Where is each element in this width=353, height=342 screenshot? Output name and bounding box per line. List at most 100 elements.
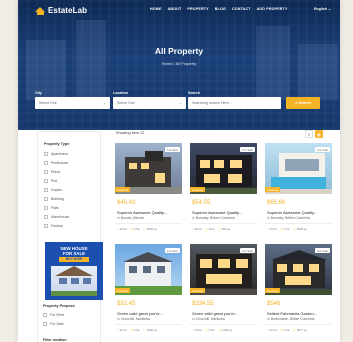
divider — [115, 223, 182, 224]
meta-value: 2 ba — [283, 328, 290, 332]
divider — [190, 223, 257, 224]
property-price: $65.66 — [267, 200, 286, 206]
meta-value: 5300 sq — [296, 227, 307, 231]
filter-plaza[interactable]: Plaza — [44, 167, 94, 176]
checkbox[interactable] — [44, 205, 48, 210]
divider — [265, 223, 332, 224]
area-size: ▢ 5677 sq — [293, 328, 306, 332]
property-image[interactable]: For Rent Featured — [115, 143, 182, 194]
nav-link-about[interactable]: ABOUT — [168, 7, 182, 11]
checkbox[interactable] — [44, 178, 48, 183]
filter-penthouse[interactable]: Penthouse — [44, 158, 94, 167]
filter-label: Building — [51, 196, 64, 201]
checkbox[interactable] — [44, 223, 48, 228]
list-view-button[interactable]: ≡ — [305, 130, 313, 138]
status-badge: For Sale — [240, 248, 255, 253]
location-select[interactable]: Select One ⌄ — [113, 97, 186, 109]
filter-label: Factory — [51, 223, 63, 228]
nav-link-contact[interactable]: CONTACT — [232, 7, 251, 11]
filter-apartment[interactable]: Apartment — [44, 149, 94, 158]
area-icon: ▢ — [218, 328, 222, 332]
house-window — [214, 160, 224, 168]
property-card[interactable]: For Sale Featured $54.55 Superior Awesom… — [190, 143, 257, 239]
filter-label: Penthouse — [51, 160, 69, 165]
filter-duplex[interactable]: Duplex — [44, 185, 94, 194]
property-location: ⊙ Burnaby, British Columbia — [267, 216, 310, 220]
status-badge: For Rent — [165, 248, 180, 253]
hero-building — [76, 20, 106, 100]
search-button[interactable]: ⌕ Search — [286, 97, 320, 109]
bath-icon: ◫ — [130, 227, 134, 231]
property-title[interactable]: Superior Awesome Quality... — [267, 210, 331, 215]
bed-count: ⌂ 18 bd — [192, 227, 201, 231]
property-title[interactable]: Green valid great you're... — [192, 311, 256, 316]
filter-for-sale[interactable]: For Sale — [43, 319, 95, 328]
property-price: $45.43 — [117, 200, 136, 206]
filter-label: Plot — [51, 178, 58, 183]
city-select[interactable]: Select One ⌄ — [35, 97, 110, 109]
search-label: Search — [188, 91, 200, 95]
filter-label: Duplex — [51, 187, 63, 192]
checkbox[interactable] — [44, 169, 48, 174]
property-type-title: Property Type — [44, 142, 70, 146]
house-window — [157, 266, 165, 273]
checkbox[interactable] — [44, 160, 48, 165]
bath-count: ◫ 2 ba — [280, 328, 289, 332]
checkbox[interactable] — [43, 312, 47, 317]
hero-banner: EstateLab HOME ABOUT PROPERTY BLOG CONTA… — [18, 0, 340, 130]
property-image[interactable]: For Sale Featured — [265, 244, 332, 295]
filter-label: Warehouse — [51, 214, 70, 219]
meta-value: 10 bd — [269, 328, 277, 332]
property-card[interactable]: For Sale Featured $65.66 Superior Awesom… — [265, 143, 332, 239]
nav-links: HOME ABOUT PROPERTY BLOG CONTACT ADD PRO… — [150, 7, 288, 11]
checkbox[interactable] — [44, 214, 48, 219]
filter-warehouse[interactable]: Warehouse — [44, 212, 94, 221]
filter-factory[interactable]: Factory — [44, 221, 94, 230]
house-window — [277, 264, 287, 272]
promo-banner[interactable]: NEW HOUSE FOR SALE BUY NOW — [45, 242, 103, 300]
filter-plot[interactable]: Plot — [44, 176, 94, 185]
property-card[interactable]: For Sale Featured $334.55 Green valid gr… — [190, 244, 257, 340]
checkbox[interactable] — [44, 196, 48, 201]
logo[interactable]: EstateLab — [35, 6, 87, 15]
property-title[interactable]: Superior Awesome Quality... — [117, 210, 181, 215]
property-meta: ⌂ 10 bd ◫ 2 ba ▢ 5677 sq — [267, 328, 307, 332]
property-title[interactable]: Superior Awesome Quality... — [192, 210, 256, 215]
meta-value: 5200 sq — [146, 328, 157, 332]
nav-link-blog[interactable]: BLOG — [215, 7, 226, 11]
checkbox[interactable] — [43, 321, 47, 326]
search-input[interactable]: Searching search Here... — [188, 97, 281, 109]
nav-link-add-property[interactable]: ADD PROPERTY — [257, 7, 288, 11]
property-meta: ⌂ 12 bd ◫ 6 ba ▢ 5200 sq — [117, 328, 157, 332]
property-image[interactable]: For Rent Featured — [115, 244, 182, 295]
property-title[interactable]: Green valid great you're... — [117, 311, 181, 316]
bed-count: ⌂ 14 bd — [192, 328, 201, 332]
meta-value: 4 ba — [133, 227, 140, 231]
nav-link-property[interactable]: PROPERTY — [187, 7, 208, 11]
property-price: $546 — [267, 301, 281, 307]
checkbox[interactable] — [44, 151, 48, 156]
grid-view-button[interactable]: ▦ — [315, 130, 323, 138]
property-title[interactable]: Sollent Pahmanila Garden... — [267, 311, 331, 316]
property-image[interactable]: For Sale Featured — [190, 143, 257, 194]
filter-for-rent[interactable]: For Rent — [43, 310, 95, 319]
bath-icon: ◫ — [280, 227, 284, 231]
house-window — [200, 259, 212, 268]
property-location: ⊙ Churchill, Manitoba — [192, 317, 225, 321]
filter-flats[interactable]: Flats — [44, 203, 94, 212]
house-roof — [55, 266, 93, 276]
filter-building[interactable]: Building — [44, 194, 94, 203]
property-card[interactable]: For Rent Featured $52.45 Green valid gre… — [115, 244, 182, 340]
property-image[interactable]: For Sale Featured — [265, 143, 332, 194]
nav-link-home[interactable]: HOME — [150, 7, 162, 11]
property-card[interactable]: For Rent Featured $45.43 Superior Awesom… — [115, 143, 182, 239]
house-glass — [285, 159, 319, 171]
property-image[interactable]: For Sale Featured — [190, 244, 257, 295]
purpose-filter: Property Purpose For Rent For Sale — [37, 304, 101, 328]
bath-icon: ◫ — [205, 328, 209, 332]
checkbox[interactable] — [44, 187, 48, 192]
house-logo-icon — [35, 6, 46, 15]
language-dropdown[interactable]: English ⌄ — [314, 7, 331, 11]
property-card[interactable]: For Sale Featured $546 Sollent Pahmanila… — [265, 244, 332, 340]
house-window — [129, 266, 137, 273]
